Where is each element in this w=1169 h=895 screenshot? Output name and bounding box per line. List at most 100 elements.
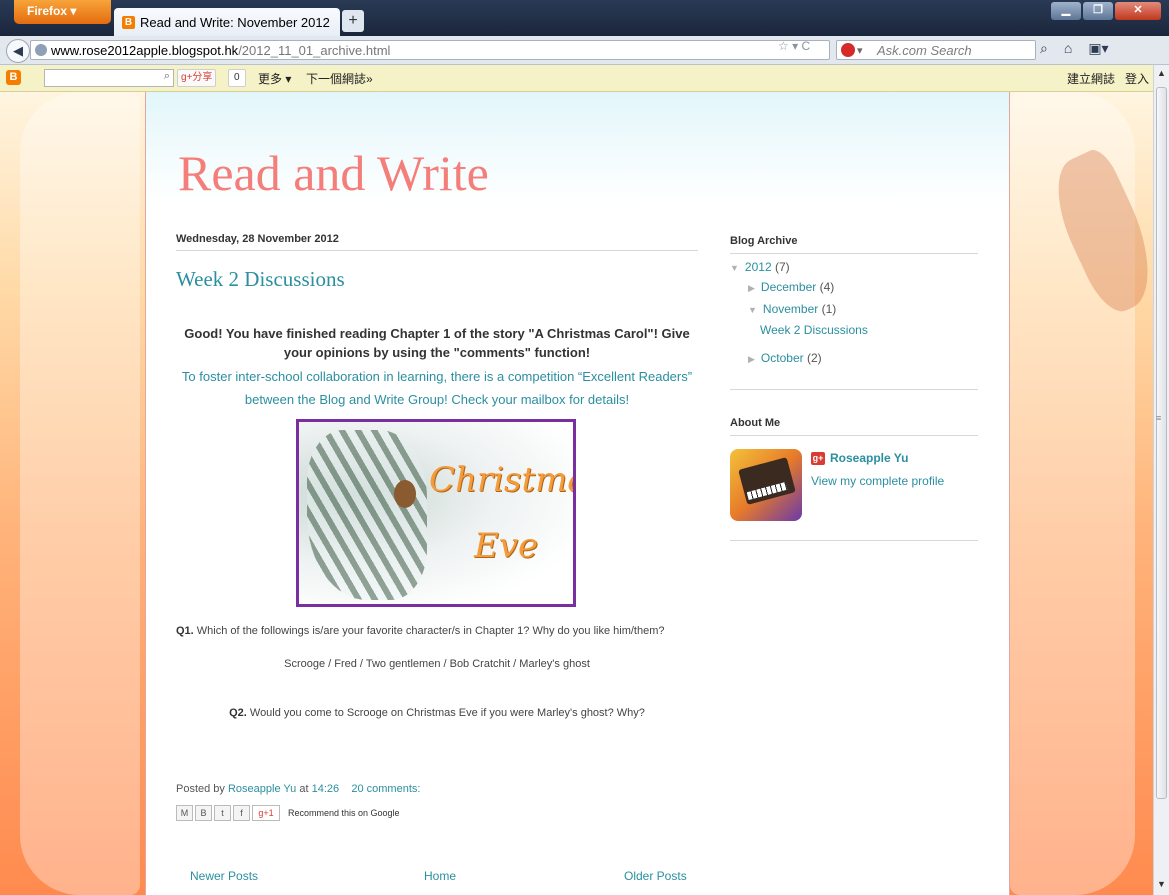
- blog-content: Read and Write Wednesday, 28 November 20…: [145, 92, 1010, 895]
- url-controls: ☆ ▾ C: [778, 39, 811, 53]
- tab-title: Read and Write: November 2012: [140, 14, 330, 30]
- firefox-menu-button[interactable]: Firefox ▾: [14, 0, 111, 24]
- q2-text: Would you come to Scrooge on Christmas E…: [246, 707, 645, 719]
- search-icon[interactable]: ⌕: [164, 70, 170, 83]
- twitter-share-button[interactable]: t: [214, 805, 231, 821]
- archive-month-label[interactable]: November: [763, 302, 818, 316]
- image-text-eve: Eve: [474, 526, 539, 566]
- google-plus-share-button[interactable]: g+分享: [177, 69, 217, 87]
- next-blog-link[interactable]: 下一個網誌»: [306, 70, 373, 87]
- blog-archive-header: Blog Archive: [730, 235, 978, 254]
- archive-post-link[interactable]: Week 2 Discussions: [760, 323, 868, 337]
- search-input[interactable]: ▾ Ask.com Search: [836, 40, 1036, 60]
- archive-month-label[interactable]: December: [761, 280, 816, 294]
- older-posts-link[interactable]: Older Posts: [624, 869, 687, 883]
- archive-month-count: (1): [821, 302, 837, 316]
- reload-icon[interactable]: C: [801, 39, 810, 53]
- window-titlebar: Firefox ▾ B Read and Write: November 201…: [0, 0, 1169, 36]
- chevron-down-icon[interactable]: ▼: [748, 305, 757, 315]
- create-blog-link[interactable]: 建立網誌: [1067, 70, 1115, 87]
- blogger-favicon-icon: B: [122, 15, 135, 29]
- home-link[interactable]: Home: [424, 869, 456, 883]
- archive-post-week2[interactable]: Week 2 Discussions: [760, 323, 868, 337]
- archive-month-november[interactable]: ▼ November (1): [748, 302, 836, 316]
- share-label: 分享: [192, 72, 213, 83]
- facebook-share-button[interactable]: f: [233, 805, 250, 821]
- more-menu[interactable]: 更多 ▾: [258, 70, 291, 87]
- left-silhouette-decoration: [20, 92, 140, 895]
- snowy-tree-graphic: [307, 430, 427, 600]
- google-plus-icon: g+: [181, 72, 193, 83]
- sidebar-divider: [730, 389, 978, 390]
- archive-year-label[interactable]: 2012: [745, 260, 772, 274]
- question-2: Q2. Would you come to Scrooge on Christm…: [176, 707, 698, 719]
- close-button[interactable]: ✕: [1115, 2, 1161, 20]
- share-buttons: M B t f g+1 Recommend this on Google: [176, 805, 400, 821]
- google-plus-icon: g+: [811, 452, 825, 465]
- newer-posts-link[interactable]: Newer Posts: [190, 869, 258, 883]
- archive-year-count: (7): [774, 260, 790, 274]
- posted-by-label: Posted by: [176, 783, 228, 795]
- sidebar-divider: [730, 540, 978, 541]
- author-name-link[interactable]: Roseapple Yu: [830, 451, 908, 465]
- archive-month-count: (4): [819, 280, 835, 294]
- avatar[interactable]: [730, 449, 802, 521]
- post-competition-text: To foster inter-school collaboration in …: [181, 369, 693, 407]
- share-count: 0: [228, 69, 246, 87]
- recommend-label: Recommend this on Google: [288, 808, 400, 818]
- archive-month-december[interactable]: ▶ December (4): [748, 280, 834, 294]
- minimize-button[interactable]: ▁: [1051, 2, 1081, 20]
- restore-button[interactable]: ❐: [1083, 2, 1113, 20]
- search-icon[interactable]: ⌕: [1040, 40, 1048, 57]
- scrollbar-grip-icon: ≡: [1156, 413, 1162, 423]
- question-1-choices: Scrooge / Fred / Two gentlemen / Bob Cra…: [284, 658, 590, 670]
- url-path: /2012_11_01_archive.html: [238, 43, 391, 58]
- back-arrow-icon[interactable]: ◀: [6, 39, 30, 63]
- archive-month-label[interactable]: October: [761, 351, 804, 365]
- comments-link[interactable]: 20 comments:: [351, 783, 420, 795]
- piano-graphic: [738, 457, 796, 505]
- blog-search-input[interactable]: ⌕: [44, 69, 174, 87]
- about-me-header: About Me: [730, 417, 978, 436]
- q1-text: Which of the followings is/are your favo…: [193, 625, 665, 637]
- christmas-eve-image[interactable]: Christmas Eve: [296, 419, 576, 607]
- window-controls: ▁ ❐ ✕: [1051, 2, 1161, 20]
- question-1: Q1. Which of the followings is/are your …: [176, 625, 716, 637]
- pinecone-graphic: [394, 480, 416, 508]
- chevron-right-icon[interactable]: ▶: [748, 354, 755, 364]
- scroll-down-icon[interactable]: ▼: [1157, 879, 1166, 889]
- scroll-up-icon[interactable]: ▲: [1157, 68, 1166, 78]
- new-tab-button[interactable]: +: [342, 10, 364, 32]
- globe-icon: [35, 44, 47, 56]
- login-link[interactable]: 登入: [1125, 70, 1149, 87]
- google-plus-one-button[interactable]: g+1: [252, 805, 280, 821]
- ask-icon: [841, 43, 855, 57]
- browser-tab[interactable]: B Read and Write: November 2012: [114, 8, 340, 36]
- image-text-christmas: Christmas: [429, 460, 573, 500]
- view-profile-link[interactable]: View my complete profile: [811, 474, 944, 488]
- blogger-account-links: 建立網誌 登入: [1067, 70, 1149, 87]
- vertical-scrollbar[interactable]: ▲ ≡ ▼: [1153, 65, 1169, 895]
- post-lead-text: Good! You have finished reading Chapter …: [184, 326, 690, 360]
- search-engine-dropdown[interactable]: ▾: [857, 42, 863, 61]
- blogger-logo-icon[interactable]: B: [6, 70, 21, 85]
- chevron-right-icon[interactable]: ▶: [748, 283, 755, 293]
- email-share-button[interactable]: M: [176, 805, 193, 821]
- post-time-link[interactable]: 14:26: [312, 783, 340, 795]
- blogger-navbar: B ⌕ g+分享 0 更多 ▾ 下一個網誌» 建立網誌 登入: [0, 65, 1153, 92]
- url-bar[interactable]: www.rose2012apple.blogspot.hk/2012_11_01…: [30, 40, 830, 60]
- post-title[interactable]: Week 2 Discussions: [176, 267, 345, 292]
- url-host: www.rose2012apple.blogspot.hk: [51, 43, 239, 58]
- blog-title[interactable]: Read and Write: [178, 144, 489, 202]
- archive-year-2012[interactable]: ▼ 2012 (7): [730, 260, 790, 274]
- star-icon[interactable]: ☆: [778, 39, 789, 53]
- home-icon[interactable]: ⌂: [1064, 40, 1072, 57]
- q2-label: Q2.: [229, 707, 247, 719]
- chevron-down-icon[interactable]: ▼: [730, 263, 739, 273]
- author-link[interactable]: Roseapple Yu: [228, 783, 296, 795]
- blog-this-button[interactable]: B: [195, 805, 212, 821]
- bookmarks-icon[interactable]: ▣▾: [1088, 40, 1108, 57]
- archive-month-october[interactable]: ▶ October (2): [748, 351, 822, 365]
- at-label: at: [296, 783, 312, 795]
- scrollbar-thumb[interactable]: [1156, 87, 1167, 799]
